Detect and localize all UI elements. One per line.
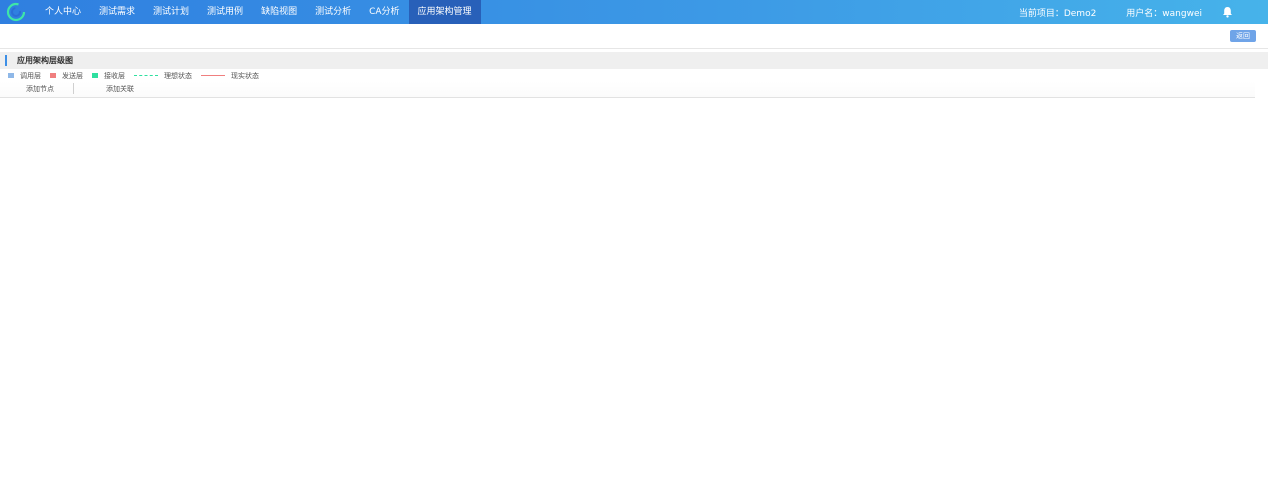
nav-item-defect-view[interactable]: 缺陷视图 xyxy=(252,0,306,24)
nav-item-personal-center[interactable]: 个人中心 xyxy=(36,0,90,24)
nav-item-ca-analysis[interactable]: CA分析 xyxy=(360,0,408,24)
nav-item-test-requirements[interactable]: 测试需求 xyxy=(90,0,144,24)
legend-item-send-layer: 发送层 xyxy=(50,71,83,81)
bell-icon[interactable] xyxy=(1220,5,1234,19)
back-button[interactable]: 返回 xyxy=(1230,30,1256,42)
top-navigation-bar: 个人中心 测试需求 测试计划 测试用例 缺陷视图 测试分析 CA分析 应用架构管… xyxy=(0,0,1268,24)
toolbar-divider xyxy=(73,83,74,94)
current-project[interactable]: 当前项目：Demo2 xyxy=(1019,6,1096,19)
nav-item-app-architecture[interactable]: 应用架构管理 xyxy=(408,0,481,24)
legend-dashed-line xyxy=(134,75,158,76)
page-title: 应用架构层级图 xyxy=(17,56,73,65)
top-right-info: 当前项目：Demo2 用户名：wangwei xyxy=(1019,0,1268,24)
legend-swatch xyxy=(8,73,14,78)
canvas-toolbar: 添加节点 添加关联 xyxy=(0,81,1255,98)
architecture-canvas[interactable] xyxy=(0,98,1255,489)
legend-swatch xyxy=(92,73,98,78)
legend-label: 现实状态 xyxy=(231,71,259,80)
legend-item-ideal-state: 理想状态 xyxy=(134,71,192,81)
username[interactable]: 用户名：wangwei xyxy=(1126,6,1202,19)
legend-label: 理想状态 xyxy=(164,71,192,80)
swirl-logo-icon[interactable] xyxy=(4,0,28,24)
add-link-button[interactable]: 添加关联 xyxy=(106,84,134,94)
legend-item-actual-state: 现实状态 xyxy=(201,71,259,81)
add-node-button[interactable]: 添加节点 xyxy=(26,84,54,94)
legend-label: 发送层 xyxy=(62,71,83,80)
nav-item-test-analysis[interactable]: 测试分析 xyxy=(306,0,360,24)
legend-swatch xyxy=(50,73,56,78)
main-nav: 个人中心 测试需求 测试计划 测试用例 缺陷视图 测试分析 CA分析 应用架构管… xyxy=(36,0,481,24)
legend: 调用层 发送层 接收层 理想状态 现实状态 xyxy=(8,70,268,81)
section-header: 应用架构层级图 xyxy=(0,52,1268,69)
legend-item-call-layer: 调用层 xyxy=(8,71,41,81)
page-toolbar: 返回 xyxy=(0,24,1268,49)
nav-item-test-plan[interactable]: 测试计划 xyxy=(144,0,198,24)
nav-item-test-cases[interactable]: 测试用例 xyxy=(198,0,252,24)
section-accent-bar xyxy=(5,55,7,66)
legend-item-receive-layer: 接收层 xyxy=(92,71,125,81)
legend-solid-line xyxy=(201,75,225,76)
legend-label: 调用层 xyxy=(20,71,41,80)
legend-label: 接收层 xyxy=(104,71,125,80)
